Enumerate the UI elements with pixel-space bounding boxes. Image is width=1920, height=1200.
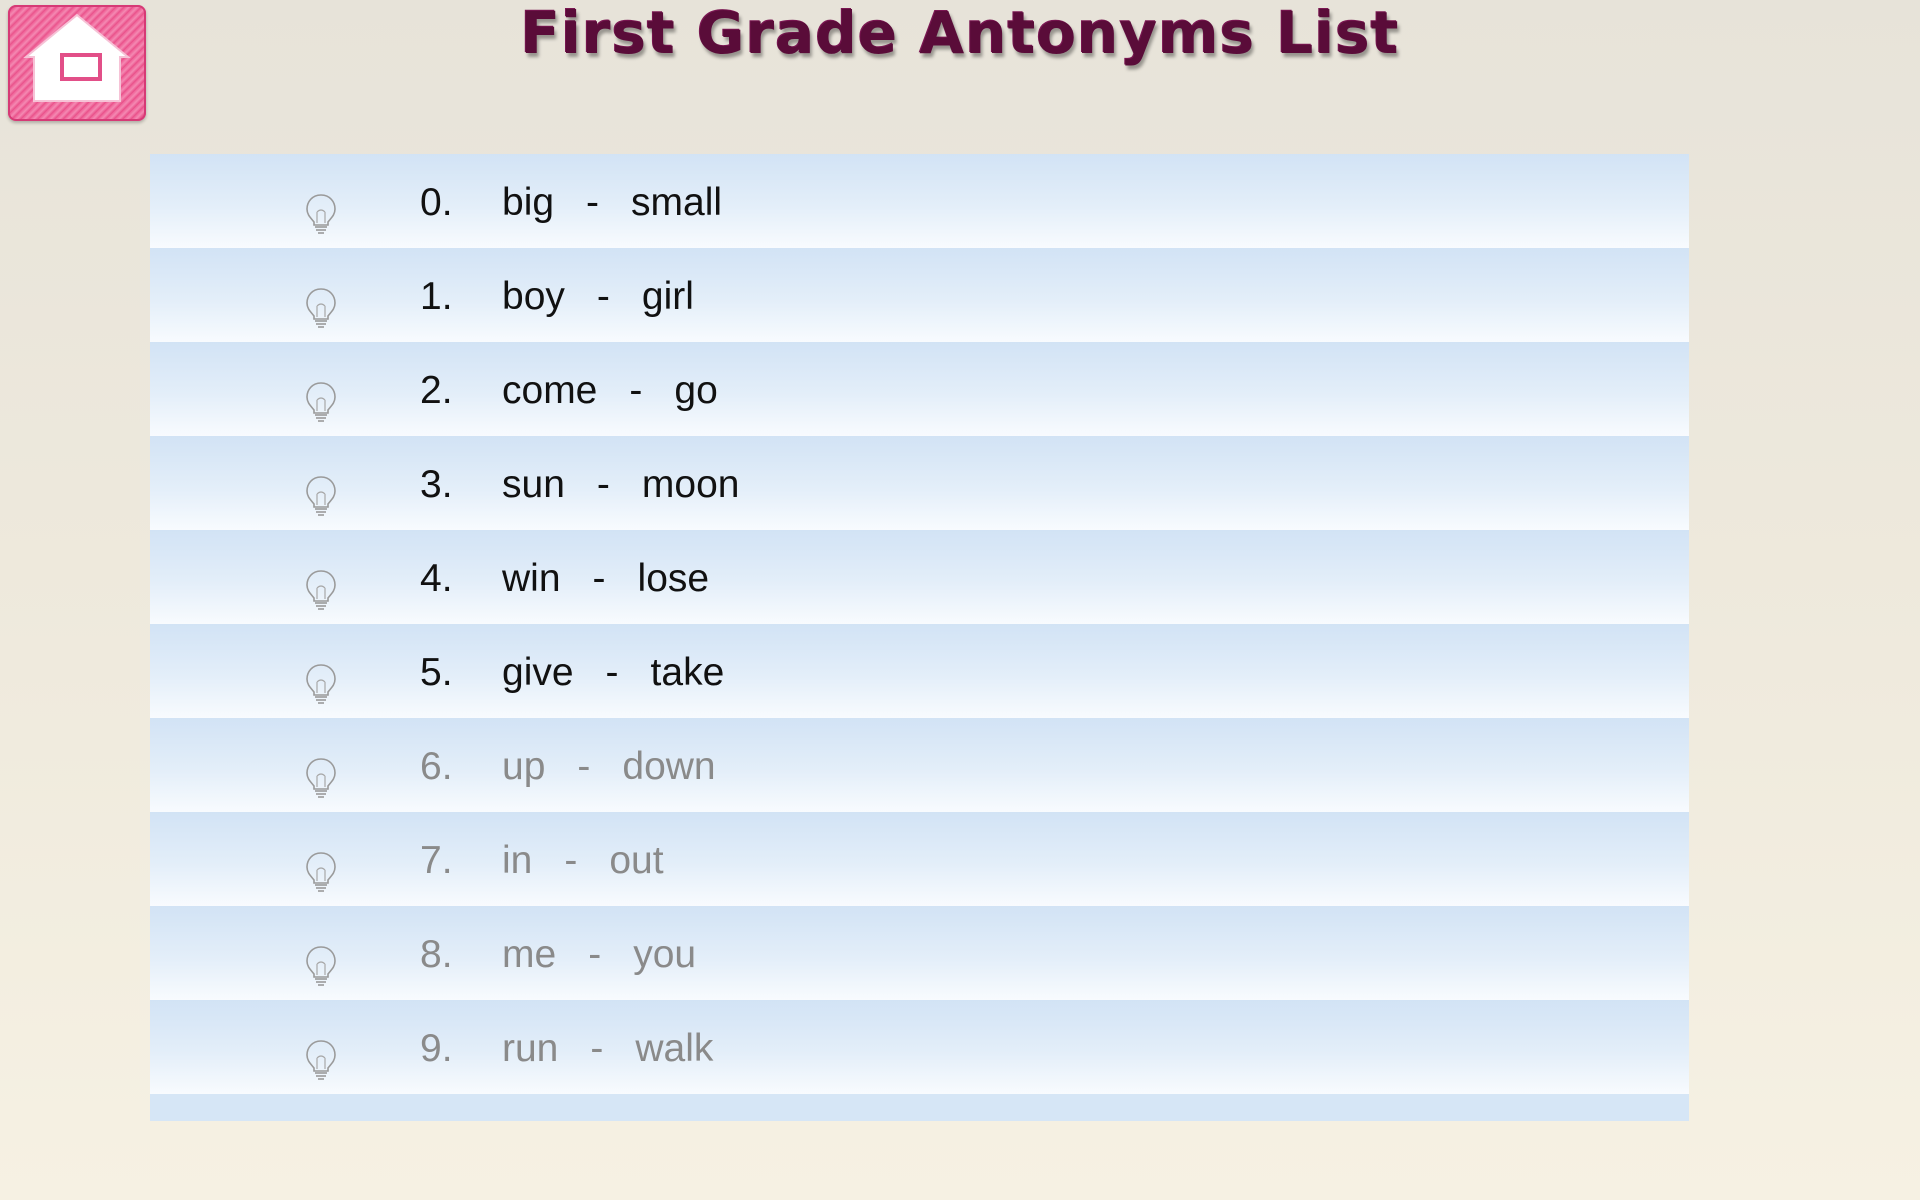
item-number: 3. — [420, 463, 453, 506]
antonym-pair: boy - girl — [502, 274, 694, 320]
antonym-pair: run - walk — [502, 1026, 713, 1072]
page-title: First Grade Antonyms List — [520, 0, 1400, 67]
antonym: walk — [635, 1027, 714, 1070]
item-number: 8. — [420, 933, 453, 976]
word: come — [502, 369, 598, 412]
lightbulb-icon[interactable] — [304, 850, 338, 892]
lightbulb-icon[interactable] — [304, 944, 338, 986]
antonym-pair: big - small — [502, 180, 722, 226]
list-item[interactable]: 4. win - lose — [150, 530, 1689, 624]
pair-separator: - — [586, 181, 600, 224]
word: in — [502, 839, 533, 882]
list-item[interactable]: 7. in - out — [150, 812, 1689, 906]
item-number: 6. — [420, 745, 453, 788]
antonym-pair: win - lose — [502, 556, 709, 602]
antonym: moon — [641, 463, 740, 506]
pair-separator: - — [596, 275, 610, 318]
antonym-pair: sun - moon — [502, 462, 739, 508]
word: up — [502, 745, 546, 788]
antonym-pair: come - go — [502, 368, 718, 414]
pair-separator: - — [577, 745, 591, 788]
item-number: 0. — [420, 181, 453, 224]
item-number: 4. — [420, 557, 453, 600]
antonym: lose — [637, 557, 710, 600]
word: me — [502, 933, 557, 976]
word: big — [502, 181, 555, 224]
antonym: girl — [641, 275, 694, 318]
list-item[interactable]: 9. run - walk — [150, 1000, 1689, 1094]
list-item[interactable]: 3. sun - moon — [150, 436, 1689, 530]
lightbulb-icon[interactable] — [304, 474, 338, 516]
lightbulb-icon[interactable] — [304, 662, 338, 704]
word: win — [502, 557, 561, 600]
list-item[interactable]: 0. big - small — [150, 154, 1689, 248]
word: give — [502, 651, 574, 694]
antonym-pair: in - out — [502, 838, 664, 884]
lightbulb-icon[interactable] — [304, 286, 338, 328]
item-number: 1. — [420, 275, 453, 318]
word: run — [502, 1027, 559, 1070]
antonym: you — [633, 933, 697, 976]
antonym: small — [631, 181, 723, 224]
pair-separator: - — [605, 651, 619, 694]
antonym: take — [650, 651, 725, 694]
item-number: 7. — [420, 839, 453, 882]
pair-separator: - — [564, 839, 578, 882]
item-number: 9. — [420, 1027, 453, 1070]
antonym-pair: me - you — [502, 932, 696, 978]
lightbulb-icon[interactable] — [304, 756, 338, 798]
item-number: 2. — [420, 369, 453, 412]
list-item[interactable]: 5. give - take — [150, 624, 1689, 718]
word: boy — [502, 275, 565, 318]
lightbulb-icon[interactable] — [304, 568, 338, 610]
pair-separator: - — [596, 463, 610, 506]
word: sun — [502, 463, 565, 506]
lightbulb-icon[interactable] — [304, 380, 338, 422]
lightbulb-icon[interactable] — [304, 192, 338, 234]
lightbulb-icon[interactable] — [304, 1038, 338, 1080]
item-number: 5. — [420, 651, 453, 694]
pair-separator: - — [588, 933, 602, 976]
antonym: down — [622, 745, 716, 788]
list-item[interactable]: 1. boy - girl — [150, 248, 1689, 342]
list-item[interactable]: 2. come - go — [150, 342, 1689, 436]
list-item[interactable]: 8. me - you — [150, 906, 1689, 1000]
pair-separator: - — [592, 557, 606, 600]
pair-separator: - — [590, 1027, 604, 1070]
antonym-list[interactable]: 0. big - small 1. boy - girl 2. come - go 3. sun - moon… — [150, 154, 1689, 1121]
antonym: out — [609, 839, 664, 882]
pair-separator: - — [629, 369, 643, 412]
list-item[interactable]: 6. up - down — [150, 718, 1689, 812]
antonym-pair: up - down — [502, 744, 716, 790]
antonym-pair: give - take — [502, 650, 724, 696]
antonym: go — [674, 369, 718, 412]
